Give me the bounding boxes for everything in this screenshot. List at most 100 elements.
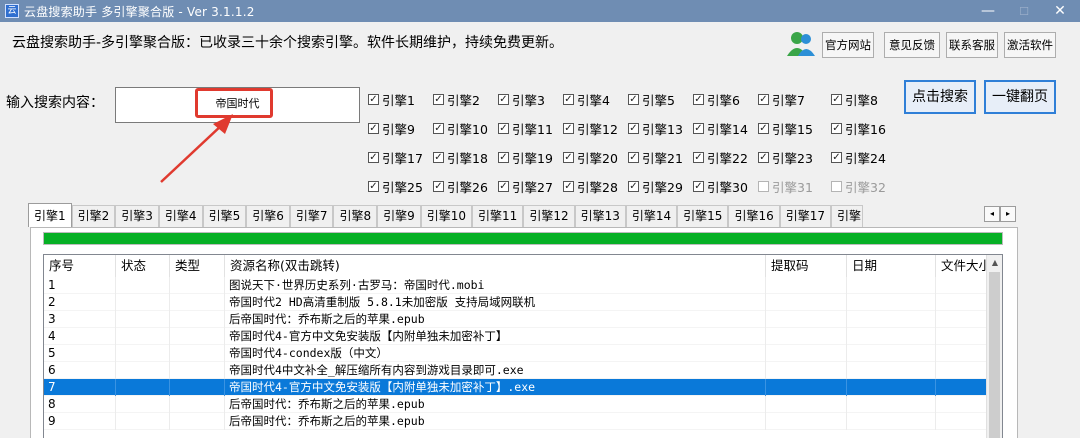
contact-support-button[interactable]: 联系客服 <box>946 32 998 58</box>
engine-tab[interactable]: 引擎12 <box>523 205 575 227</box>
checkmark-icon[interactable]: ✓ <box>693 122 704 134</box>
engine-checkbox[interactable]: ✓ 引擎9 <box>368 119 415 137</box>
engine-checkbox[interactable]: ✓ 引擎7 <box>758 90 805 108</box>
column-header-status[interactable]: 状态 <box>116 255 170 277</box>
results-table[interactable]: 序号 状态 类型 资源名称(双击跳转) 提取码 日期 文件大小 1 图说天下·世界… <box>43 254 1003 438</box>
column-header-index[interactable]: 序号 <box>44 255 116 277</box>
engine-checkbox[interactable]: ✓ 引擎15 <box>758 119 813 137</box>
engine-tab[interactable]: 引擎5 <box>202 205 247 227</box>
checkmark-icon[interactable]: ✓ <box>433 151 444 163</box>
table-row[interactable]: 1 图说天下·世界历史系列·古罗马：帝国时代.mobi <box>44 277 988 294</box>
checkmark-icon[interactable]: ✓ <box>498 93 509 105</box>
column-header-type[interactable]: 类型 <box>170 255 225 277</box>
checkmark-icon[interactable]: ✓ <box>831 151 842 163</box>
checkmark-icon[interactable]: ✓ <box>368 151 379 163</box>
engine-checkbox[interactable]: ✓ 引擎30 <box>693 177 748 195</box>
maximize-button[interactable]: ☐ <box>1006 0 1042 22</box>
column-header-size[interactable]: 文件大小 <box>936 255 988 277</box>
engine-checkbox[interactable]: ✓ 引擎28 <box>563 177 618 195</box>
column-header-code[interactable]: 提取码 <box>766 255 847 277</box>
engine-tab[interactable]: 引擎2 <box>71 205 116 227</box>
checkmark-icon[interactable]: ✓ <box>368 122 379 134</box>
engine-tab[interactable]: 引擎6 <box>246 205 290 227</box>
tab-scroll-right-button[interactable]: ▸ <box>1000 206 1016 222</box>
engine-tab[interactable]: 引擎4 <box>158 205 203 227</box>
engine-checkbox[interactable]: ✓ 引擎4 <box>563 90 610 108</box>
checkmark-icon[interactable]: ✓ <box>563 122 574 134</box>
table-row[interactable]: 2 帝国时代2 HD高清重制版 5.8.1未加密版 支持局域网联机 <box>44 294 988 311</box>
next-page-button[interactable]: 一键翻页 <box>984 80 1056 114</box>
checkmark-icon[interactable]: ✓ <box>693 93 704 105</box>
engine-checkbox[interactable]: ✓ 引擎10 <box>433 119 488 137</box>
engine-checkbox[interactable]: ✓ 引擎21 <box>628 148 683 166</box>
checkmark-icon[interactable]: ✓ <box>368 180 379 192</box>
checkmark-icon[interactable]: ✓ <box>693 151 704 163</box>
engine-checkbox[interactable]: ✓ 引擎14 <box>693 119 748 137</box>
scroll-thumb[interactable] <box>989 272 1000 438</box>
feedback-button[interactable]: 意见反馈 <box>884 32 940 58</box>
engine-checkbox[interactable]: ✓ 引擎26 <box>433 177 488 195</box>
engine-checkbox[interactable]: ✓ 引擎13 <box>628 119 683 137</box>
checkmark-icon[interactable]: ✓ <box>693 180 704 192</box>
engine-tab[interactable]: 引擎7 <box>289 205 334 227</box>
table-row[interactable]: 6 帝国时代4中文补全_解压缩所有内容到游戏目录即可.exe <box>44 362 988 379</box>
engine-checkbox[interactable]: ✓ 引擎12 <box>563 119 618 137</box>
engine-tab[interactable]: 引擎15 <box>677 205 729 227</box>
engine-tab[interactable]: 引擎13 <box>574 205 626 227</box>
engine-checkbox[interactable]: ✓ 引擎19 <box>498 148 553 166</box>
engine-checkbox[interactable]: ✓ 引擎16 <box>831 119 886 137</box>
engine-checkbox[interactable]: ✓ 引擎22 <box>693 148 748 166</box>
column-header-name[interactable]: 资源名称(双击跳转) <box>225 255 766 277</box>
engine-checkbox[interactable]: ✓ 引擎2 <box>433 90 480 108</box>
activate-software-button[interactable]: 激活软件 <box>1004 32 1056 58</box>
engine-tab[interactable]: 引擎8 <box>333 205 378 227</box>
engine-checkbox[interactable]: ✓ 引擎29 <box>628 177 683 195</box>
checkmark-icon[interactable]: ✓ <box>628 180 639 192</box>
table-row[interactable]: 8 后帝国时代：乔布斯之后的苹果.epub <box>44 396 988 413</box>
engine-tab[interactable]: 引擎10 <box>420 205 473 227</box>
engine-checkbox[interactable]: ✓ 引擎20 <box>563 148 618 166</box>
engine-checkbox[interactable]: ✓ 引擎27 <box>498 177 553 195</box>
engine-checkbox[interactable]: 引擎31 <box>758 177 813 195</box>
checkmark-icon[interactable]: ✓ <box>758 93 769 105</box>
engine-checkbox[interactable]: ✓ 引擎23 <box>758 148 813 166</box>
checkmark-icon[interactable]: ✓ <box>758 122 769 134</box>
engine-tab[interactable]: 引擎16 <box>728 205 780 227</box>
table-row[interactable]: 7 帝国时代4-官方中文免安装版【内附单独未加密补丁】.exe <box>44 379 988 396</box>
engine-tab[interactable]: 引擎17 <box>779 205 832 227</box>
engine-checkbox[interactable]: ✓ 引擎18 <box>433 148 488 166</box>
checkmark-icon[interactable]: ✓ <box>831 122 842 134</box>
engine-tab[interactable]: 引擎14 <box>625 205 678 227</box>
empty-checkbox-icon[interactable] <box>758 180 769 192</box>
engine-tab[interactable]: 引擎1 <box>831 205 864 227</box>
engine-checkbox[interactable]: ✓ 引擎8 <box>831 90 878 108</box>
checkmark-icon[interactable]: ✓ <box>433 93 444 105</box>
engine-checkbox[interactable]: ✓ 引擎17 <box>368 148 423 166</box>
engine-checkbox[interactable]: ✓ 引擎3 <box>498 90 545 108</box>
engine-tab[interactable]: 引擎3 <box>115 205 159 227</box>
engine-tab[interactable]: 引擎11 <box>472 205 524 227</box>
search-button[interactable]: 点击搜索 <box>904 80 976 114</box>
table-row[interactable]: 5 帝国时代4-condex版（中文） <box>44 345 988 362</box>
column-header-date[interactable]: 日期 <box>847 255 936 277</box>
tab-scroll-left-button[interactable]: ◂ <box>984 206 1000 222</box>
vertical-scrollbar[interactable]: ▲ <box>986 255 1002 438</box>
checkmark-icon[interactable]: ✓ <box>758 151 769 163</box>
engine-checkbox[interactable]: ✓ 引擎6 <box>693 90 740 108</box>
empty-checkbox-icon[interactable] <box>831 180 842 192</box>
checkmark-icon[interactable]: ✓ <box>498 180 509 192</box>
checkmark-icon[interactable]: ✓ <box>628 122 639 134</box>
close-button[interactable]: ✕ <box>1042 0 1078 22</box>
table-row[interactable]: 4 帝国时代4-官方中文免安装版【内附单独未加密补丁】 <box>44 328 988 345</box>
checkmark-icon[interactable]: ✓ <box>563 151 574 163</box>
engine-checkbox[interactable]: ✓ 引擎1 <box>368 90 415 108</box>
engine-checkbox[interactable]: ✓ 引擎11 <box>498 119 553 137</box>
minimize-button[interactable]: — <box>970 0 1006 22</box>
checkmark-icon[interactable]: ✓ <box>433 122 444 134</box>
checkmark-icon[interactable]: ✓ <box>628 93 639 105</box>
engine-checkbox[interactable]: ✓ 引擎24 <box>831 148 886 166</box>
checkmark-icon[interactable]: ✓ <box>368 93 379 105</box>
official-site-button[interactable]: 官方网站 <box>822 32 874 58</box>
checkmark-icon[interactable]: ✓ <box>498 122 509 134</box>
engine-checkbox[interactable]: ✓ 引擎5 <box>628 90 675 108</box>
